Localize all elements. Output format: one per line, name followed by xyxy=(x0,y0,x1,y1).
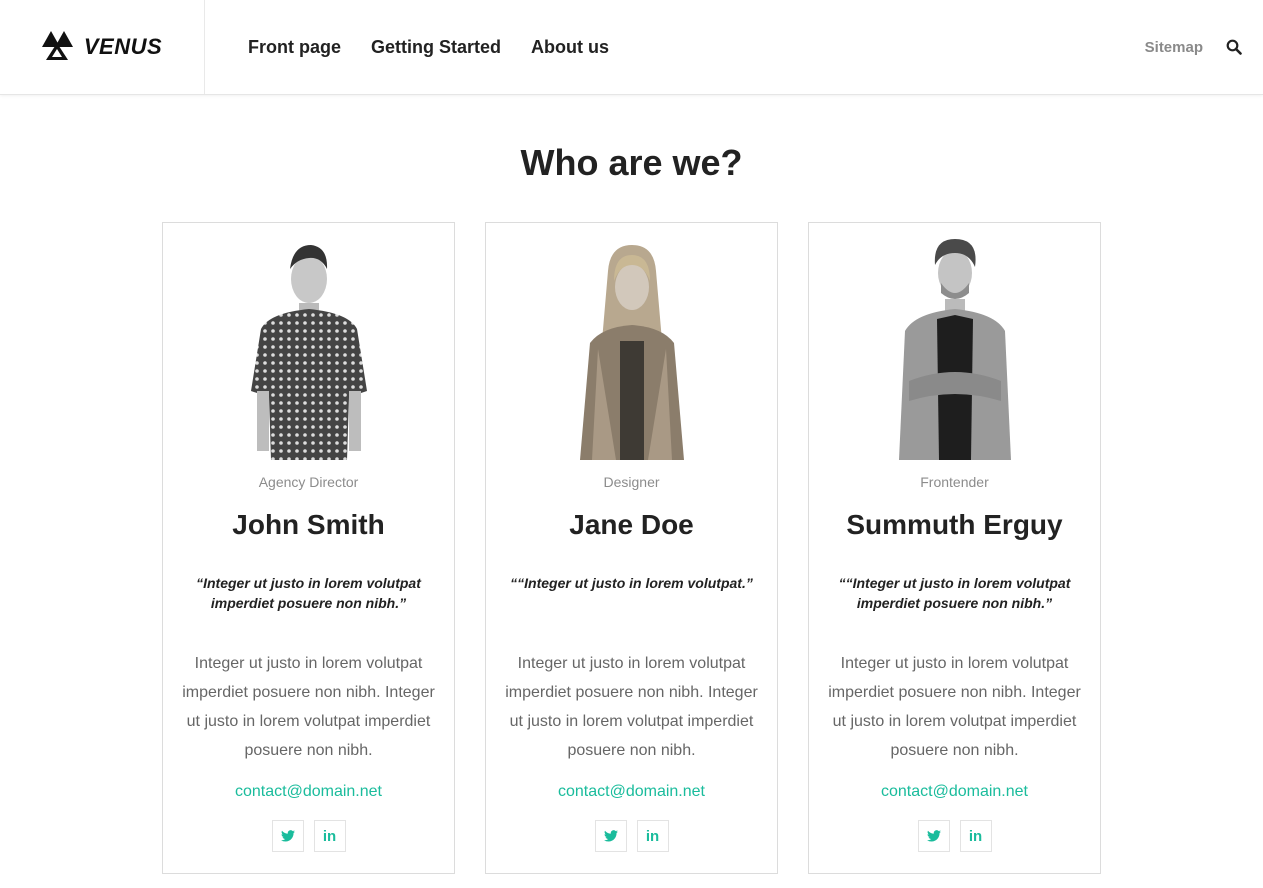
twitter-icon[interactable] xyxy=(594,820,627,852)
team-member-description: Integer ut justo in lorem volutpat imper… xyxy=(828,655,1081,759)
social-links: in xyxy=(809,820,1100,852)
team-member-role: Frontender xyxy=(920,474,989,490)
team-member-role: Designer xyxy=(603,474,660,490)
team-member-description: Integer ut justo in lorem volutpat imper… xyxy=(182,655,435,759)
email-link[interactable]: contact@domain.net xyxy=(163,783,454,801)
venus-logo-icon xyxy=(41,29,78,66)
linkedin-icon[interactable]: in xyxy=(313,820,346,852)
team-cards: Agency Director John Smith “Integer ut j… xyxy=(162,222,1102,874)
team-member-name: Summuth Erguy xyxy=(846,509,1063,540)
team-member-name: Jane Doe xyxy=(569,509,694,540)
nav-getting-started[interactable]: Getting Started xyxy=(371,37,501,58)
linkedin-icon[interactable]: in xyxy=(959,820,992,852)
team-card: Designer Jane Doe ““Integer ut justo in … xyxy=(485,222,778,874)
email-link[interactable]: contact@domain.net xyxy=(809,783,1100,801)
site-header: VENUS Front page Getting Started About u… xyxy=(0,0,1263,95)
header-utilities: Sitemap xyxy=(1145,0,1243,94)
team-member-role: Agency Director xyxy=(258,474,359,490)
email-link[interactable]: contact@domain.net xyxy=(486,783,777,801)
team-card: Frontender Summuth Erguy ““Integer ut ju… xyxy=(808,222,1101,874)
page-title: Who are we? xyxy=(520,142,743,183)
team-member-quote: “Integer ut justo in lorem volutpat impe… xyxy=(196,575,421,611)
team-member-photo xyxy=(163,231,454,460)
social-links: in xyxy=(163,820,454,852)
main-nav: Front page Getting Started About us xyxy=(248,0,639,94)
team-member-description: Integer ut justo in lorem volutpat imper… xyxy=(505,655,758,759)
team-member-photo xyxy=(486,231,777,460)
twitter-icon[interactable] xyxy=(271,820,304,852)
brand[interactable]: VENUS xyxy=(0,0,205,94)
team-member-quote: ““Integer ut justo in lorem volutpat imp… xyxy=(838,575,1071,611)
social-links: in xyxy=(486,820,777,852)
nav-about-us[interactable]: About us xyxy=(531,37,609,58)
team-member-quote: ““Integer ut justo in lorem volutpat.” xyxy=(510,575,753,591)
twitter-icon[interactable] xyxy=(917,820,950,852)
team-member-name: John Smith xyxy=(232,509,385,540)
team-card: Agency Director John Smith “Integer ut j… xyxy=(162,222,455,874)
nav-front-page[interactable]: Front page xyxy=(248,37,341,58)
sitemap-link[interactable]: Sitemap xyxy=(1145,39,1203,56)
team-member-photo xyxy=(809,231,1100,460)
brand-name: VENUS xyxy=(83,34,163,59)
linkedin-icon[interactable]: in xyxy=(636,820,669,852)
search-icon[interactable] xyxy=(1225,38,1243,56)
